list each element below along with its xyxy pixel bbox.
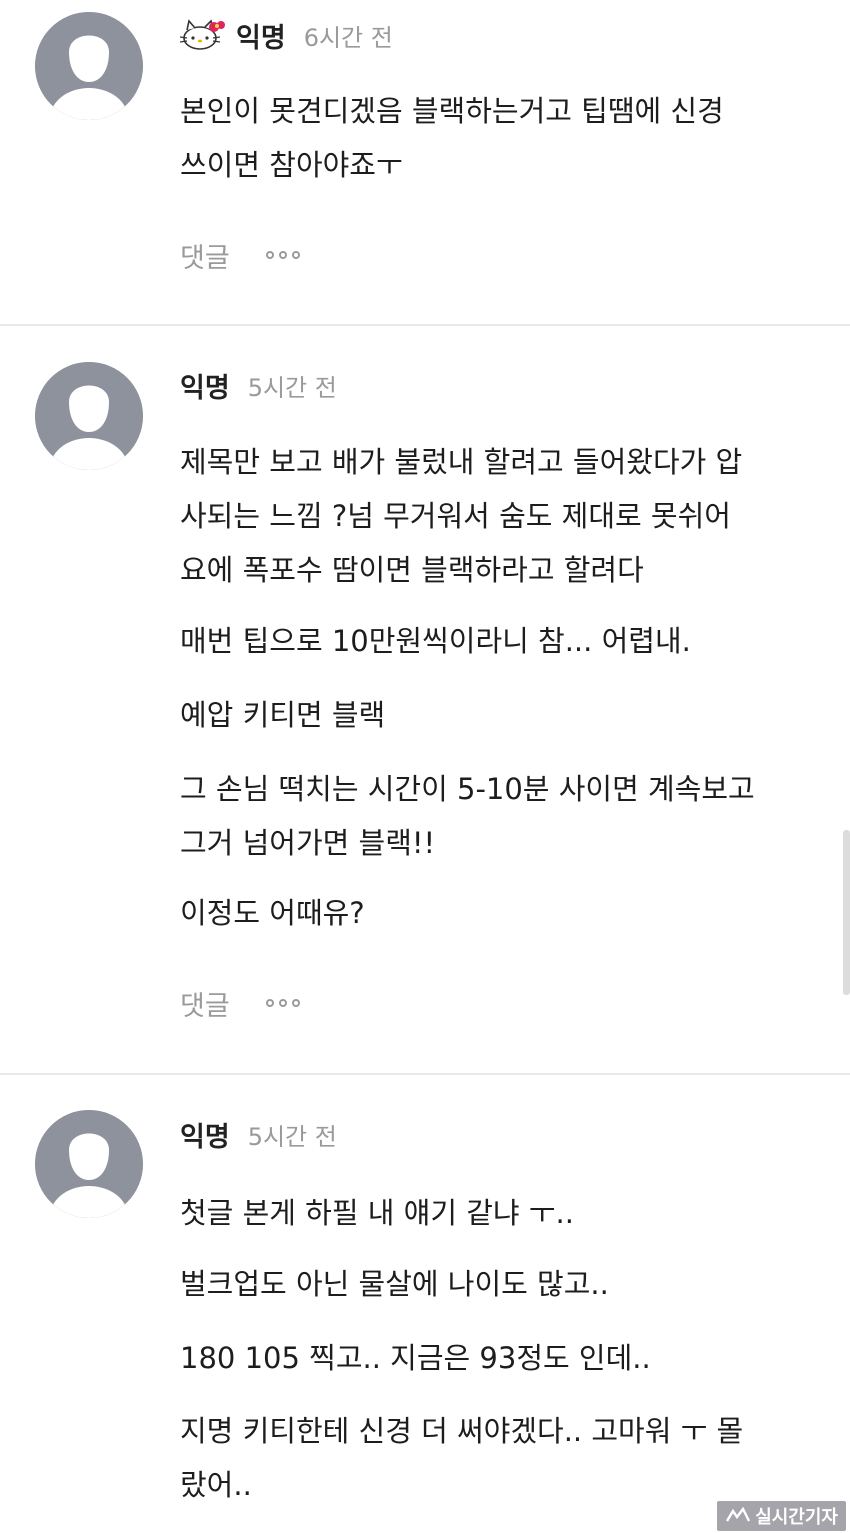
comment-time: 5시간 전 — [247, 373, 337, 402]
default-avatar-icon — [35, 1110, 143, 1218]
reply-button[interactable]: 댓글 — [180, 236, 230, 275]
avatar[interactable] — [35, 12, 143, 120]
comment-actions: 댓글 — [180, 235, 300, 275]
comment-line: 지명 키티한테 신경 더 써야겠다.. 고마워 ㅜ 몰 — [180, 1414, 744, 1448]
more-dots-icon[interactable] — [265, 999, 300, 1007]
comment-line: 매번 팁으로 10만원씩이라니 참... 어렵내. — [180, 624, 691, 658]
comment-line: 180 105 찍고.. 지금은 93정도 인데.. — [180, 1341, 651, 1375]
comment-line: 그거 넘어가면 블랙!! — [180, 826, 436, 860]
watermark-logo-icon — [726, 1507, 751, 1522]
divider — [0, 1073, 850, 1075]
comment-line: 제목만 보고 배가 불렀내 할려고 들어왔다가 압 — [180, 445, 743, 479]
watermark-text: 실시간기자 — [755, 1507, 838, 1528]
comment-line: 벌크업도 아닌 물살에 나이도 많고.. — [180, 1267, 609, 1301]
author-name[interactable]: 익명 — [180, 1115, 230, 1154]
comment-time: 6시간 전 — [303, 23, 393, 52]
comment-line: 본인이 못견디겠음 블랙하는거고 팁땜에 신경 — [180, 94, 724, 128]
author-name[interactable]: 익명 — [236, 16, 286, 55]
watermark: 실시간기자 — [717, 1501, 846, 1531]
more-dots-icon[interactable] — [265, 251, 300, 259]
hello-kitty-icon — [179, 18, 226, 52]
comment-header: 익명 5시간 전 — [180, 365, 337, 405]
author-name[interactable]: 익명 — [180, 366, 230, 405]
avatar[interactable] — [35, 362, 143, 470]
default-avatar-icon — [35, 362, 143, 470]
comment-line: 사되는 느낌 ?넘 무거워서 숨도 제대로 못쉬어 — [180, 499, 731, 533]
comment-time: 5시간 전 — [247, 1122, 337, 1151]
comment-line: 쓰이면 참아야죠ㅜ — [180, 148, 403, 182]
comment-line: 예압 키티면 블랙 — [180, 698, 386, 732]
default-avatar-icon — [35, 12, 143, 120]
reply-button[interactable]: 댓글 — [180, 984, 230, 1023]
comment-actions: 댓글 — [180, 983, 300, 1023]
comment-line: 요에 폭포수 땀이면 블랙하라고 할려다 — [180, 553, 644, 587]
comment-line: 그 손님 떡치는 시간이 5-10분 사이면 계속보고 — [180, 772, 755, 806]
divider — [0, 324, 850, 326]
comment-header: 익명 6시간 전 — [179, 15, 393, 55]
comment-line: 이정도 어때유? — [180, 896, 365, 930]
scrollbar[interactable] — [843, 830, 850, 995]
comment-line: 첫글 본게 하필 내 얘기 같냐 ㅜ.. — [180, 1196, 574, 1230]
comment-header: 익명 5시간 전 — [180, 1114, 337, 1154]
avatar[interactable] — [35, 1110, 143, 1218]
